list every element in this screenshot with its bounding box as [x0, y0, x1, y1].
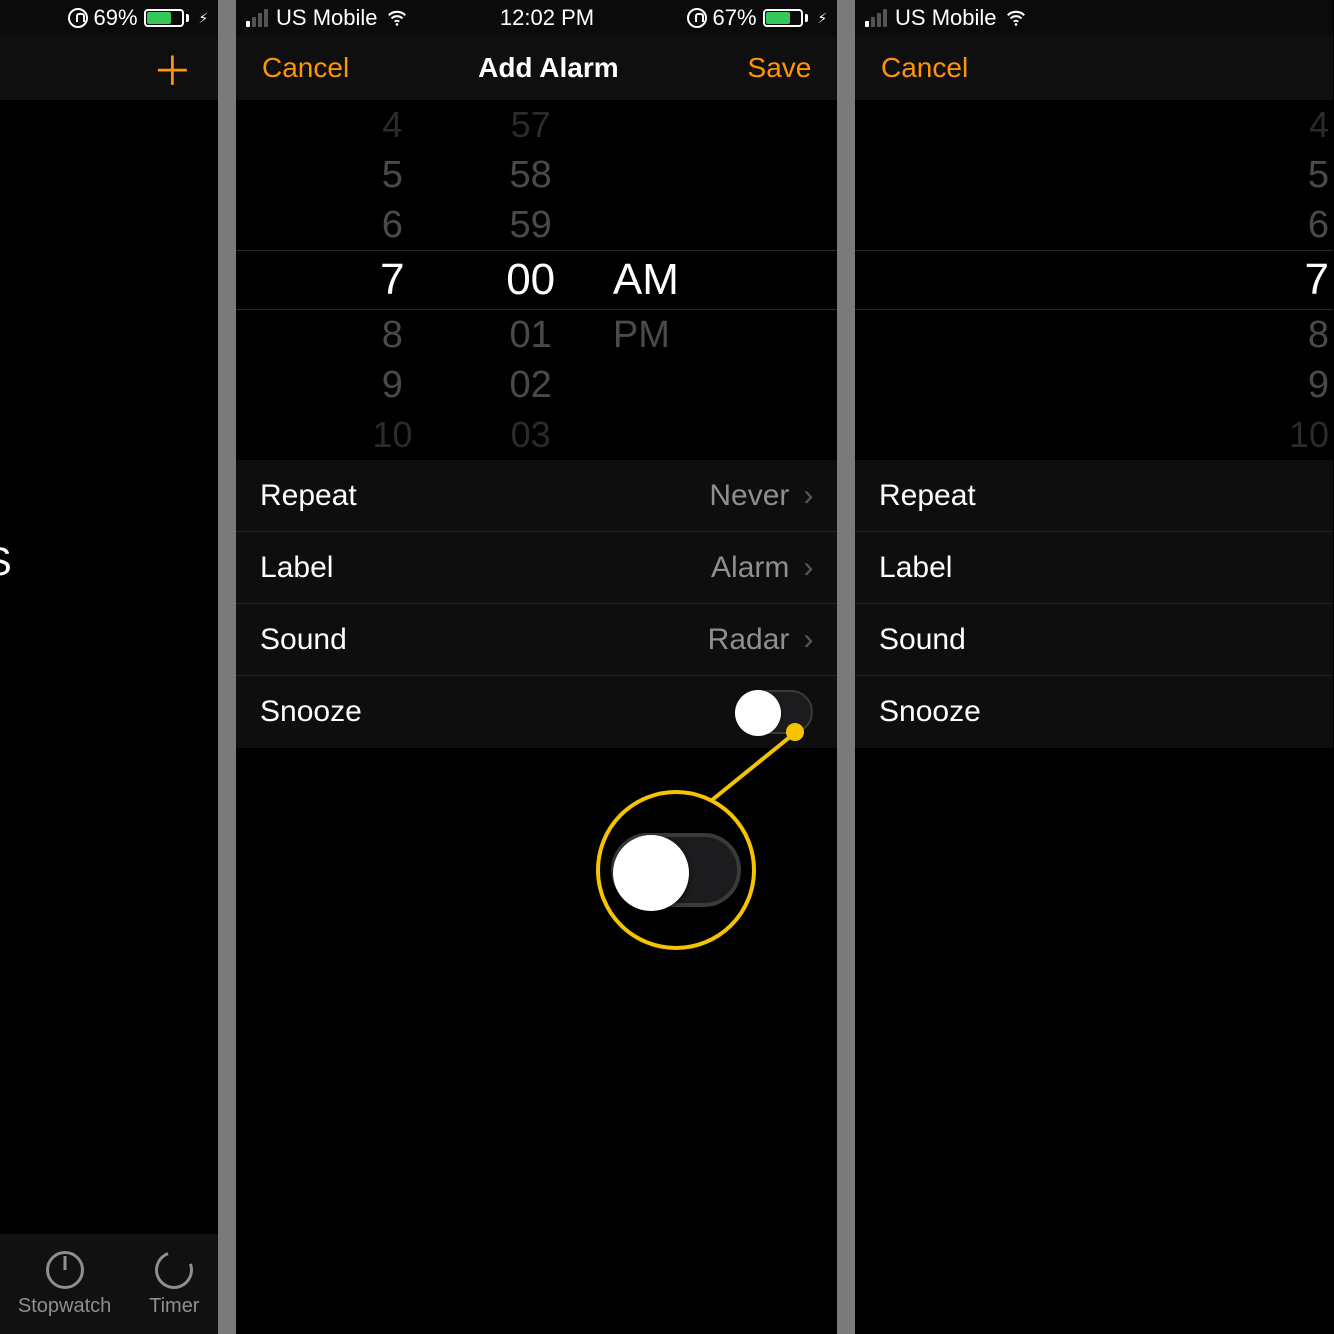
panel-divider	[837, 0, 855, 1334]
battery-icon	[144, 9, 189, 27]
row-sound[interactable]: Sound Radar ›	[236, 604, 837, 676]
row-repeat[interactable]: Repeat	[855, 460, 1333, 532]
row-snooze: Snooze	[855, 676, 1333, 748]
carrier-name: US Mobile	[895, 5, 996, 31]
picker-ampm[interactable]: AM PM	[603, 100, 735, 460]
tab-bar: Stopwatch Timer	[0, 1234, 218, 1334]
wifi-icon	[386, 7, 408, 29]
charging-icon: ⚡︎	[199, 10, 209, 27]
save-button[interactable]: Save	[748, 52, 812, 84]
callout-snooze-toggle	[611, 833, 741, 907]
battery-percent: 67%	[713, 5, 757, 31]
row-repeat[interactable]: Repeat Never ›	[236, 460, 837, 532]
tab-stopwatch[interactable]: Stopwatch	[18, 1251, 111, 1318]
rotation-lock-icon	[687, 8, 707, 28]
navbar: ＋	[0, 36, 218, 100]
row-label: Repeat	[260, 479, 357, 513]
navbar: Cancel Add Alarm Save	[236, 36, 837, 100]
status-bar: US Mobile	[855, 0, 1333, 36]
stopwatch-icon	[46, 1251, 84, 1289]
callout-highlight	[596, 790, 756, 950]
picker-minutes[interactable]: 57 58 59 00 01 02 03	[465, 100, 597, 460]
charging-icon: ⚡︎	[818, 10, 828, 27]
row-value: Alarm	[711, 551, 789, 585]
navbar: Cancel	[855, 36, 1333, 100]
row-sound[interactable]: Sound	[855, 604, 1333, 676]
row-label: Sound	[879, 623, 966, 657]
row-label: Sound	[260, 623, 347, 657]
wifi-icon	[1005, 7, 1027, 29]
chevron-right-icon: ›	[803, 623, 813, 657]
row-label: Snooze	[879, 695, 981, 729]
row-label: Repeat	[879, 479, 976, 513]
rotation-lock-icon	[68, 8, 88, 28]
battery-percent: 69%	[94, 5, 138, 31]
status-bar: US Mobile 12:02 PM 67% ⚡︎	[236, 0, 837, 36]
battery-icon	[763, 9, 808, 27]
row-label: Label	[260, 551, 333, 585]
picker-hours[interactable]: 4 5 6 7 8 9 10	[1259, 100, 1329, 460]
cancel-button[interactable]: Cancel	[881, 52, 968, 84]
row-label: Snooze	[260, 695, 362, 729]
carrier-name: US Mobile	[276, 5, 377, 31]
tab-label: Timer	[149, 1295, 199, 1317]
timer-icon	[149, 1244, 199, 1294]
screen-add-alarm-partial: US Mobile Cancel 4 5 6 7 8 9 10 Repeat L…	[855, 0, 1333, 1334]
row-value: Never	[709, 479, 789, 513]
panel-divider	[218, 0, 236, 1334]
tab-timer[interactable]: Timer	[149, 1251, 199, 1318]
row-label: Label	[879, 551, 952, 585]
page-title: Add Alarm	[478, 52, 619, 84]
row-label[interactable]: Label	[855, 532, 1333, 604]
cellular-signal-icon	[246, 9, 268, 27]
status-bar: 69% ⚡︎	[0, 0, 218, 36]
tab-label: Stopwatch	[18, 1295, 111, 1317]
time-picker[interactable]: 4 5 6 7 8 9 10 57 58 59 00 01 02 03	[236, 100, 837, 460]
row-value: Radar	[708, 623, 790, 657]
multi-screenshot-layout: 69% ⚡︎ ＋ S Stopwatch Timer	[0, 0, 1333, 1334]
cancel-button[interactable]: Cancel	[262, 52, 349, 84]
screen-alarm-list-partial: 69% ⚡︎ ＋ S Stopwatch Timer	[0, 0, 218, 1334]
time-picker[interactable]: 4 5 6 7 8 9 10	[855, 100, 1333, 460]
row-label[interactable]: Label Alarm ›	[236, 532, 837, 604]
chevron-right-icon: ›	[803, 551, 813, 585]
chevron-right-icon: ›	[803, 479, 813, 513]
add-alarm-button[interactable]: ＋	[152, 39, 192, 97]
section-header-partial: S	[0, 540, 12, 585]
alarm-options-list: Repeat Never› Label Alarm› Sound Radar› …	[236, 460, 837, 748]
toggle-knob	[613, 835, 689, 911]
status-time: 12:02 PM	[408, 5, 687, 31]
alarm-options-list: Repeat Label Sound Snooze	[855, 460, 1333, 748]
picker-hours[interactable]: 4 5 6 7 8 9 10	[326, 100, 458, 460]
cellular-signal-icon	[865, 9, 887, 27]
screen-add-alarm: US Mobile 12:02 PM 67% ⚡︎ Cancel Add Ala…	[236, 0, 837, 1334]
